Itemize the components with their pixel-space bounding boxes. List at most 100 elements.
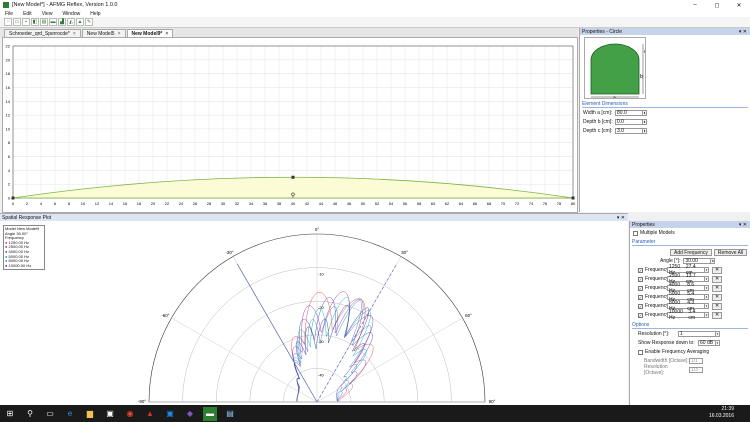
close-icon[interactable]: × xyxy=(73,31,76,37)
app-icon[interactable]: ▣ xyxy=(103,407,117,421)
remove-frequency-button[interactable]: ✕ xyxy=(712,266,723,274)
open-icon[interactable]: ▭ xyxy=(13,18,21,26)
menu-file[interactable]: File xyxy=(5,11,13,17)
x-tick-label: 22 xyxy=(165,201,170,206)
menu-help[interactable]: Help xyxy=(90,11,100,17)
tab-label: New Model9* xyxy=(131,30,163,37)
show-response-row: Show Response down to: 60 dB ▾ xyxy=(638,339,750,347)
polar-plot[interactable]: 0°30°-30°60°-60°90°-90°-10-20-30-40-50 xyxy=(0,221,628,405)
show-response-label: Show Response down to: xyxy=(638,340,695,346)
close-button[interactable]: ✕ xyxy=(728,0,750,10)
remove-frequency-button[interactable]: ✕ xyxy=(712,284,723,292)
afmg-reflex-icon[interactable]: ▬ xyxy=(203,406,217,421)
shape2-icon[interactable]: ▟ xyxy=(58,18,66,26)
menu-window[interactable]: Window xyxy=(62,11,80,17)
minimize-button[interactable]: – xyxy=(684,0,706,10)
y-tick-label: 0 xyxy=(8,196,11,201)
shape-icon[interactable]: ▬ xyxy=(49,18,57,26)
frequency-checkbox[interactable]: ✓ xyxy=(638,312,643,318)
save-icon[interactable]: ▪ xyxy=(22,18,30,26)
bandwidth-input[interactable]: 1/1 xyxy=(689,358,703,364)
multiple-models-checkbox[interactable] xyxy=(633,230,638,236)
remove-frequency-button[interactable]: ✕ xyxy=(712,311,723,319)
frequency-label: Frequency: xyxy=(645,303,671,309)
frequency-checkbox[interactable]: ✓ xyxy=(638,285,643,291)
tab-schroeder[interactable]: Schroeder_qrd_Sperrocde* × xyxy=(4,29,81,37)
frequency-checkbox[interactable]: ✓ xyxy=(638,303,643,309)
menu-edit[interactable]: Edit xyxy=(23,11,32,17)
averaging-label: Enable Frequency Averaging xyxy=(645,349,710,355)
frequency-checkbox[interactable]: ✓ xyxy=(638,267,643,273)
frequency-checkbox[interactable]: ✓ xyxy=(638,294,643,300)
x-tick-label: 68 xyxy=(487,201,492,206)
x-tick-label: 30 xyxy=(221,201,226,206)
db-label: -40 xyxy=(318,372,325,377)
chart-icon[interactable]: ▤ xyxy=(40,18,48,26)
show-response-select[interactable]: 60 dB xyxy=(698,340,716,346)
remove-frequency-button[interactable]: ✕ xyxy=(712,275,723,283)
depth-b-spinner[interactable]: ⬍ xyxy=(643,119,647,125)
windows-start-icon[interactable]: ⊞ xyxy=(3,407,17,421)
x-tick-label: 10 xyxy=(81,201,86,206)
chrome-icon[interactable]: ◉ xyxy=(123,407,137,421)
resolution-select[interactable]: 1 xyxy=(678,331,716,337)
angle-label: -90° xyxy=(138,399,147,404)
app4-icon[interactable]: ◆ xyxy=(183,407,197,421)
tab-label: Schroeder_qrd_Sperrocde* xyxy=(9,30,70,37)
close-icon[interactable]: × xyxy=(165,31,168,37)
app5-icon[interactable]: ▤ xyxy=(223,407,237,421)
pin-icon[interactable]: ▾ ✕ xyxy=(739,222,747,228)
model-canvas[interactable]: 0 2 4 6 8 10 12 14 16 18 20 22 24 26 28 30 32 34 36 38 40 42 4… xyxy=(3,38,577,212)
menu-view[interactable]: View xyxy=(42,11,53,17)
pin-icon[interactable]: ▾ ✕ xyxy=(617,215,625,221)
frequency-checkbox[interactable]: ✓ xyxy=(638,276,643,282)
app3-icon[interactable]: ▣ xyxy=(163,407,177,421)
add-frequency-button[interactable]: Add Frequency xyxy=(670,249,712,256)
averaging-checkbox[interactable] xyxy=(638,349,643,355)
y-tick-label: 16 xyxy=(6,85,11,90)
x-tick-label: 52 xyxy=(375,201,380,206)
spatial-response-panel: Spatial Response Plot ▾ ✕ Model New Model… xyxy=(0,213,628,405)
shape-label-c: c xyxy=(644,49,646,55)
task-view-icon[interactable]: ▭ xyxy=(43,407,57,421)
chevron-down-icon[interactable]: ▾ xyxy=(705,303,709,309)
res-octave-row: Resolution [Octave]: 1/3 xyxy=(644,364,750,376)
app2-icon[interactable]: ▲ xyxy=(143,407,157,421)
chevron-down-icon[interactable]: ▾ xyxy=(705,294,709,300)
chevron-down-icon[interactable]: ▾ xyxy=(705,312,709,318)
maximize-button[interactable]: ◻ xyxy=(706,0,728,10)
chevron-down-icon[interactable]: ▾ xyxy=(705,285,709,291)
y-tick-label: 12 xyxy=(6,113,11,118)
depth-c-spinner[interactable]: ⬍ xyxy=(643,128,647,134)
angle-spinner[interactable]: ⬍ xyxy=(711,258,716,264)
settings-icon[interactable]: ✎ xyxy=(85,18,93,26)
search-icon[interactable]: ⚲ xyxy=(23,407,37,421)
model-icon[interactable]: ◧ xyxy=(31,18,39,26)
new-file-icon[interactable]: ▫ xyxy=(4,18,12,26)
shape3-icon[interactable]: ◭ xyxy=(67,18,75,26)
tab-new-model9[interactable]: New Model9* × xyxy=(126,29,174,37)
chevron-down-icon[interactable]: ▾ xyxy=(705,267,709,273)
shape4-icon[interactable]: ▲ xyxy=(76,18,84,26)
element-dimensions-label: Element Dimensions xyxy=(582,101,748,108)
width-spinner[interactable]: ⬍ xyxy=(643,110,647,116)
frequency-select[interactable]: 10000 Hz 3.4 cm xyxy=(667,309,705,321)
chevron-down-icon[interactable]: ▾ xyxy=(705,276,709,282)
depth-c-input[interactable]: 3.0 xyxy=(615,128,643,134)
remove-frequency-button[interactable]: ✕ xyxy=(712,302,723,310)
pin-icon[interactable]: ▾ ✕ xyxy=(739,29,747,35)
model-view[interactable]: 0 2 4 6 8 10 12 14 16 18 20 22 24 26 28 30 32 34 36 38 40 42 4… xyxy=(2,37,578,213)
angle-label: -30° xyxy=(225,250,234,255)
res-octave-input[interactable]: 1/3 xyxy=(689,367,703,373)
width-input[interactable]: 80.0 xyxy=(615,110,643,116)
tab-new-model5[interactable]: New Model5 × xyxy=(81,29,126,37)
explorer-icon[interactable]: ▆ xyxy=(83,407,97,421)
chevron-down-icon[interactable]: ▾ xyxy=(716,340,720,346)
remove-all-button[interactable]: Remove All xyxy=(713,249,748,256)
chevron-down-icon[interactable]: ▾ xyxy=(716,331,720,337)
x-tick-label: 20 xyxy=(151,201,156,206)
close-icon[interactable]: × xyxy=(118,31,121,37)
edge-icon[interactable]: e xyxy=(63,407,77,421)
remove-frequency-button[interactable]: ✕ xyxy=(712,293,723,301)
depth-b-input[interactable]: 0.0 xyxy=(615,119,643,125)
